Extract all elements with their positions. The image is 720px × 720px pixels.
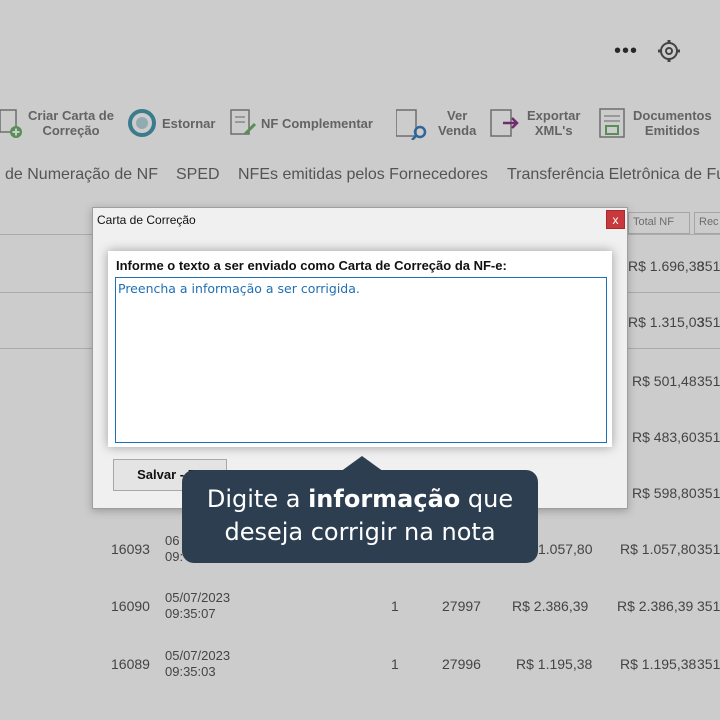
correction-text-input[interactable]: Preencha a informação a ser corrigida.	[115, 277, 607, 443]
tooltip-line2: deseja corrigir na nota	[224, 518, 496, 546]
instruction-tooltip: Digite a informação que deseja corrigir …	[182, 470, 538, 563]
close-button[interactable]: x	[606, 210, 625, 229]
correction-panel: Informe o texto a ser enviado como Carta…	[108, 251, 612, 447]
correction-prompt-label: Informe o texto a ser enviado como Carta…	[116, 258, 507, 273]
tooltip-line1-post: que	[460, 485, 514, 513]
tooltip-text: Digite a informação que deseja corrigir …	[182, 483, 538, 549]
tooltip-line1-pre: Digite a	[206, 485, 309, 513]
dialog-title: Carta de Correção	[97, 213, 196, 227]
tooltip-line1-bold: informação	[308, 485, 461, 513]
